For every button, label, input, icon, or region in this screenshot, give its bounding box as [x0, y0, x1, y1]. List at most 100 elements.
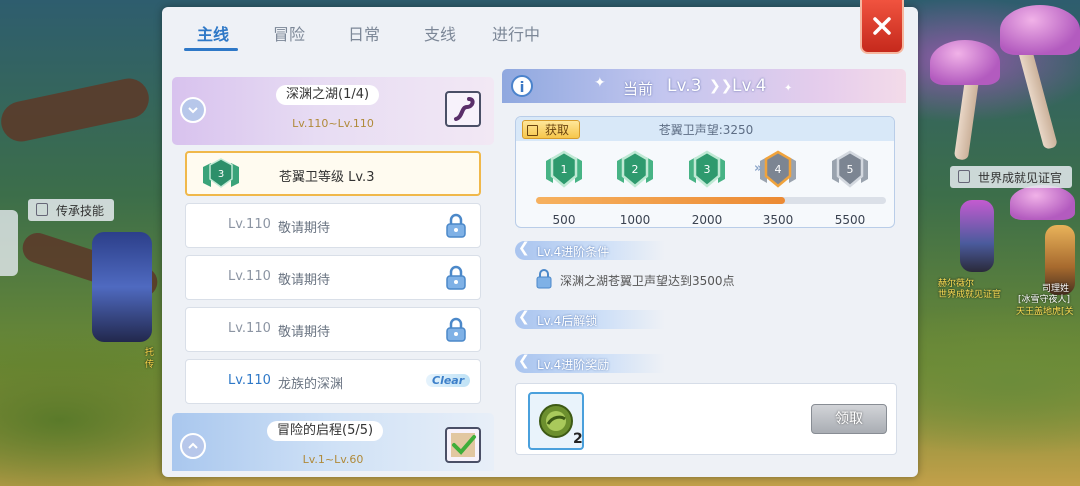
chevron-up-icon — [188, 442, 198, 449]
npc-character[interactable] — [960, 200, 994, 272]
npc-right-name: 司理姓 — [1042, 284, 1070, 294]
reputation-progress-fill — [536, 197, 785, 204]
chevron-left-icon: ❮ — [518, 353, 530, 369]
reputation-progress — [536, 197, 886, 204]
chevron-down-icon — [188, 107, 198, 114]
mushroom — [1010, 185, 1075, 220]
tree-branch — [0, 74, 153, 146]
chapter-title: 冒险的启程(5/5) — [267, 421, 384, 441]
reputation-value: 苍翼卫声望:3250 — [658, 123, 754, 137]
svg-text:2: 2 — [632, 163, 639, 176]
scroll-icon — [36, 203, 48, 216]
svg-text:4: 4 — [775, 163, 782, 176]
detail-panel: i ✦ 当前 Lv.3 ❯❯ Lv.4 ✦ 获取 苍翼卫声望:3250 1234… — [502, 69, 906, 465]
npc-right-title: 世界成就见证官 — [938, 290, 1002, 300]
claim-button[interactable]: 领取 — [811, 404, 887, 434]
completed-check-icon — [445, 427, 481, 463]
quest-name: 敬请期待 — [278, 325, 331, 340]
rank-badge-2: 2 — [617, 150, 653, 188]
threshold-label: 500 — [552, 213, 576, 227]
close-icon — [873, 17, 891, 35]
quest-name: 龙族的深渊 — [278, 377, 344, 392]
achievement-witness-tag[interactable]: 世界成就见证官 — [950, 166, 1073, 188]
lock-icon — [446, 265, 466, 290]
svg-text:3: 3 — [218, 169, 224, 180]
reward-item[interactable]: 2 — [528, 392, 584, 450]
reward-count: 2 — [573, 431, 583, 447]
chevron-left-icon: ❮ — [518, 240, 530, 256]
serpent-emblem-icon — [445, 91, 481, 127]
rank-badge-4: 4 — [760, 150, 796, 188]
quest-item[interactable]: Lv.110 敬请期待 — [185, 203, 481, 248]
rank-badge-5: 5 — [832, 150, 868, 188]
reputation-panel: 获取 苍翼卫声望:3250 12345 » 500 1000 2000 3500 550… — [515, 116, 895, 228]
info-icon[interactable]: i — [511, 75, 533, 97]
reward-orb-icon — [539, 404, 573, 438]
tab-bar: 主线 冒险 日常 支线 进行中 — [162, 7, 862, 57]
quest-level: Lv.110 — [228, 321, 271, 336]
quest-item[interactable]: Lv.110 敬请期待 — [185, 307, 481, 352]
condition-text: 深渊之湖苍翼卫声望达到3500点 — [560, 274, 735, 288]
tab-side[interactable]: 支线 — [424, 21, 456, 45]
npc-right-title: 天王盖地虎[关 — [1016, 307, 1074, 317]
svg-text:1: 1 — [561, 163, 568, 176]
rank-shield-icon: 3 — [203, 158, 239, 188]
current-label: 当前 — [623, 80, 654, 98]
npc-right-title: [冰雪守夜人] — [1018, 295, 1071, 305]
quest-list: 深渊之湖(1/4) Lv.110~Lv.110 3 苍翼卫等级 Lv.3 Lv.… — [172, 77, 494, 471]
condition-banner: ❮ Lv.4进阶条件 — [515, 240, 665, 260]
current-level: Lv.3 — [667, 76, 702, 96]
quest-item[interactable]: Lv.110 敬请期待 — [185, 255, 481, 300]
chapter-title: 深渊之湖(1/4) — [276, 85, 380, 105]
mushroom — [1000, 5, 1080, 55]
next-level: Lv.4 — [732, 76, 767, 96]
threshold-label: 5500 — [834, 213, 866, 227]
svg-text:3: 3 — [704, 163, 711, 176]
rank-badge-1: 1 — [546, 150, 582, 188]
level-header: i ✦ 当前 Lv.3 ❯❯ Lv.4 ✦ — [502, 69, 906, 103]
player-character[interactable] — [92, 232, 152, 342]
npc-right-name: 赫尔薇尔 — [938, 279, 975, 289]
quest-window: 主线 冒险 日常 支线 进行中 深渊之湖(1/4) Lv.110~Lv.110 — [162, 0, 918, 477]
clear-badge: Clear — [426, 374, 471, 387]
quest-item[interactable]: 3 苍翼卫等级 Lv.3 — [185, 151, 481, 196]
lock-icon — [536, 269, 552, 289]
sparkle-icon: ✦ — [594, 75, 606, 91]
lock-icon — [446, 213, 466, 238]
rank-badge-3: 3 — [689, 150, 725, 188]
double-chevron-icon: ❯❯ — [709, 78, 733, 94]
quest-level: Lv.110 — [228, 217, 271, 232]
tab-in-progress[interactable]: 进行中 — [492, 21, 540, 45]
threshold-label: 2000 — [691, 213, 723, 227]
npc-left-name: 托 — [145, 348, 155, 358]
tab-main[interactable]: 主线 — [197, 21, 229, 45]
tab-daily[interactable]: 日常 — [348, 21, 380, 45]
npc-left-title: 传 — [145, 360, 155, 370]
mushroom — [930, 40, 1000, 85]
lock-icon — [446, 317, 466, 342]
reward-banner: ❮ Lv.4进阶奖励 — [515, 353, 665, 373]
chevron-left-icon: ❮ — [518, 309, 530, 325]
mushroom — [1016, 40, 1058, 150]
side-panel-edge[interactable] — [0, 210, 18, 276]
quest-name: 敬请期待 — [278, 221, 331, 236]
close-button[interactable] — [860, 0, 904, 54]
quest-item[interactable]: Lv.110 龙族的深渊 Clear — [185, 359, 481, 404]
unlock-banner: ❮ Lv.4后解锁 — [515, 309, 665, 329]
quest-level: Lv.110 — [228, 373, 271, 388]
quest-name: 敬请期待 — [278, 273, 331, 288]
skill-inherit-tag[interactable]: 传承技能 — [28, 199, 115, 221]
threshold-label: 1000 — [619, 213, 651, 227]
scroll-icon — [958, 170, 970, 183]
svg-text:5: 5 — [847, 163, 854, 176]
double-chevron-icon: » — [754, 161, 763, 176]
chapter-header[interactable]: 冒险的启程(5/5) Lv.1~Lv.60 — [172, 413, 494, 471]
threshold-label: 3500 — [762, 213, 794, 227]
quest-name: 苍翼卫等级 Lv.3 — [279, 170, 375, 185]
sparkle-icon: ✦ — [784, 83, 793, 94]
quest-level: Lv.110 — [228, 269, 271, 284]
reward-panel: 2 领取 — [515, 383, 897, 455]
chapter-header[interactable]: 深渊之湖(1/4) Lv.110~Lv.110 — [172, 77, 494, 145]
tab-adventure[interactable]: 冒险 — [273, 21, 305, 45]
active-tab-indicator — [184, 48, 238, 51]
